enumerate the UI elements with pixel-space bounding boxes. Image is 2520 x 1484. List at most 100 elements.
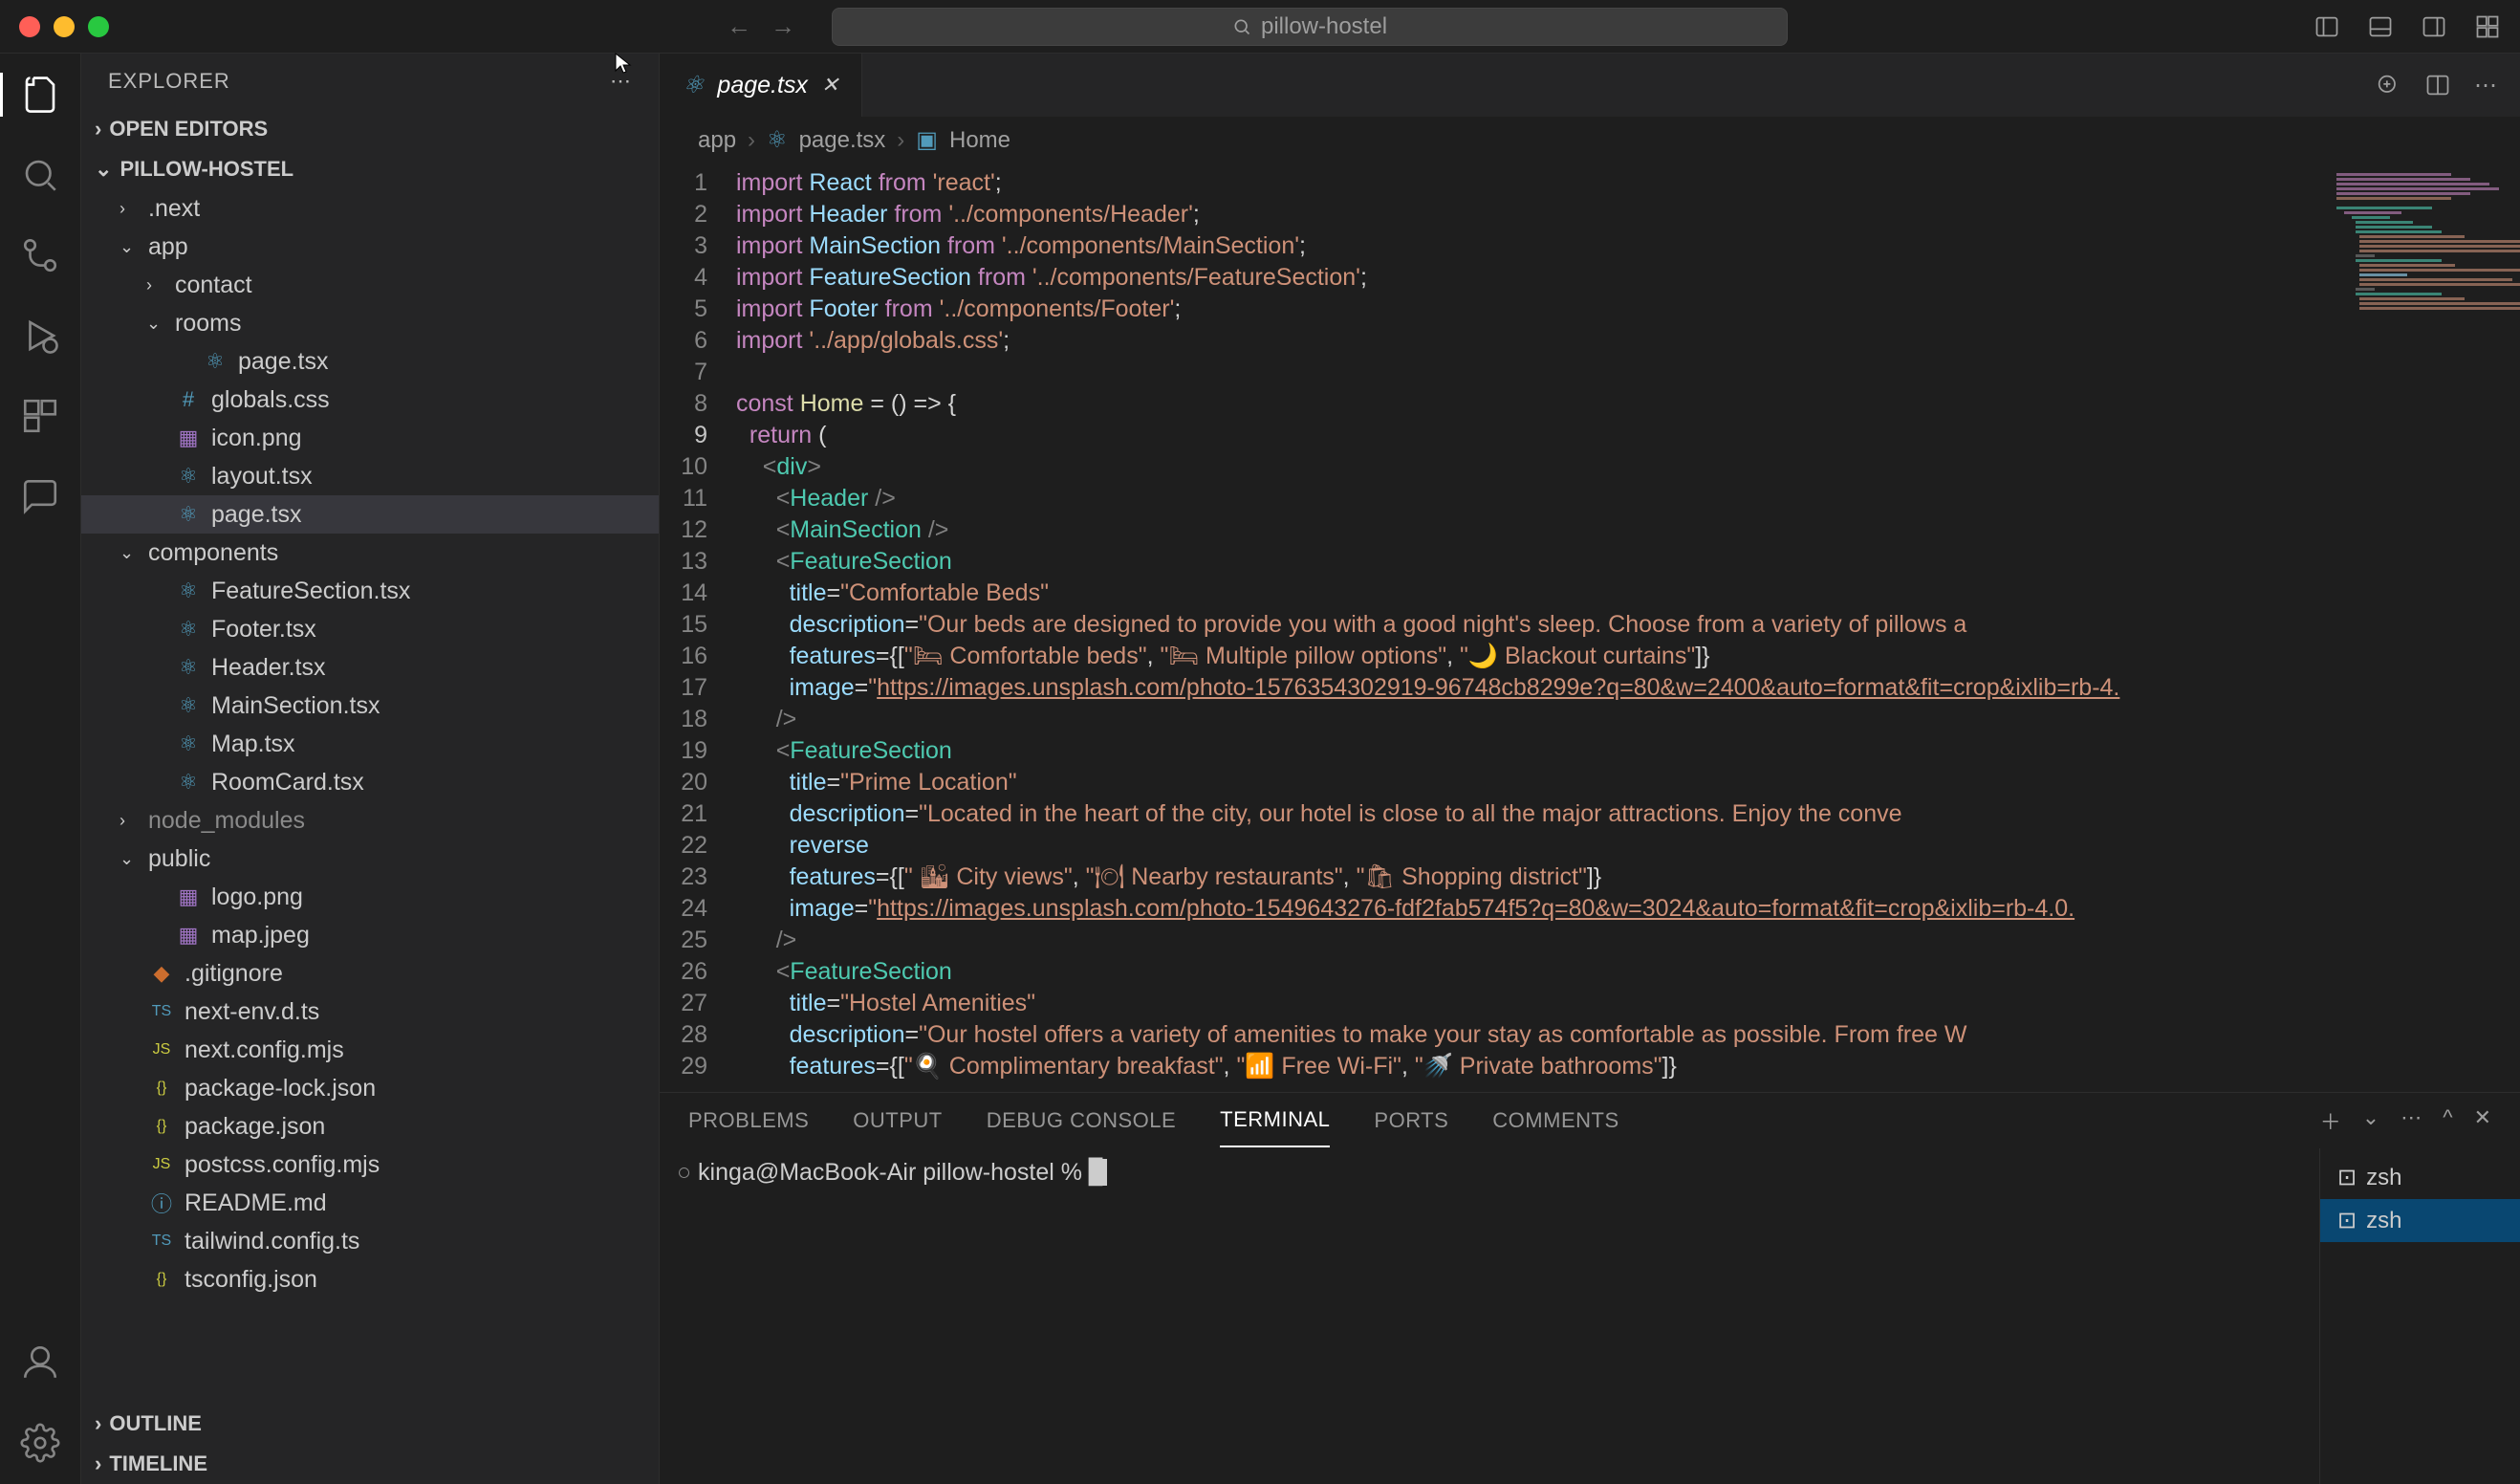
tree-item-label: contact xyxy=(175,272,252,299)
accounts-icon[interactable] xyxy=(18,1341,62,1385)
terminal-profiles-icon[interactable]: ⌄ xyxy=(2362,1105,2379,1136)
tree-item-label: logo.png xyxy=(211,884,303,911)
folder-item[interactable]: ⌄public xyxy=(81,840,659,878)
tree-item-label: Header.tsx xyxy=(211,654,326,682)
explorer-tab[interactable] xyxy=(18,73,62,117)
tree-item-label: README.md xyxy=(185,1189,327,1217)
breadcrumb-segment[interactable]: app xyxy=(698,127,736,154)
file-item[interactable]: {}package-lock.json xyxy=(81,1069,659,1107)
folder-item[interactable]: ⌄app xyxy=(81,228,659,266)
file-item[interactable]: TStailwind.config.ts xyxy=(81,1222,659,1260)
file-icon: JS xyxy=(148,1041,175,1058)
folder-item[interactable]: ›.next xyxy=(81,189,659,228)
command-center-search[interactable]: pillow-hostel xyxy=(832,8,1788,46)
file-item[interactable]: ▦map.jpeg xyxy=(81,916,659,954)
nav-forward-button[interactable]: → xyxy=(771,11,795,41)
file-item[interactable]: ⚛ layout.tsx xyxy=(81,457,659,495)
tree-item-label: page.tsx xyxy=(238,348,329,376)
file-icon: ⚛ xyxy=(175,731,202,756)
timeline-section[interactable]: ›TIMELINE xyxy=(81,1444,659,1484)
file-item[interactable]: ⚛Footer.tsx xyxy=(81,610,659,648)
close-window-button[interactable] xyxy=(19,16,40,37)
panel-tab-ports[interactable]: PORTS xyxy=(1374,1095,1448,1146)
maximize-window-button[interactable] xyxy=(88,16,109,37)
project-section[interactable]: ⌄PILLOW-HOSTEL xyxy=(81,149,659,189)
search-text: pillow-hostel xyxy=(1261,13,1387,40)
code-editor[interactable]: 1234567891011121314151617181920212223242… xyxy=(660,164,2520,1092)
panel-more-icon[interactable]: ⋯ xyxy=(2401,1105,2422,1136)
editor-area: ⚛ page.tsx ✕ ⋯ app › ⚛ page.tsx › ▣ Home… xyxy=(660,54,2520,1484)
customize-layout-icon[interactable] xyxy=(2474,13,2501,40)
file-icon: ⚛ xyxy=(175,502,202,527)
file-item[interactable]: ▦ logo.png xyxy=(81,878,659,916)
code-content[interactable]: import React from 'react';import Header … xyxy=(736,164,2520,1092)
toggle-primary-sidebar-icon[interactable] xyxy=(2314,13,2340,40)
file-item[interactable]: ⓘREADME.md xyxy=(81,1184,659,1222)
file-icon: ⚛ xyxy=(175,655,202,680)
new-terminal-icon[interactable]: ＋ xyxy=(2320,1105,2341,1136)
file-item[interactable]: TSnext-env.d.ts xyxy=(81,993,659,1031)
editor-tabs: ⚛ page.tsx ✕ ⋯ xyxy=(660,54,2520,117)
close-panel-icon[interactable]: ✕ xyxy=(2474,1105,2491,1136)
chat-tab[interactable] xyxy=(18,474,62,518)
file-icon: ◆ xyxy=(148,961,175,986)
file-icon: ▦ xyxy=(175,884,202,909)
line-numbers-gutter: 1234567891011121314151617181920212223242… xyxy=(660,164,736,1092)
file-item[interactable]: ⚛RoomCard.tsx xyxy=(81,763,659,801)
tree-item-label: public xyxy=(148,845,210,873)
tab-close-icon[interactable]: ✕ xyxy=(821,73,838,98)
toggle-secondary-sidebar-icon[interactable] xyxy=(2421,13,2447,40)
file-item[interactable]: JSnext.config.mjs xyxy=(81,1031,659,1069)
file-item[interactable]: ⚛Map.tsx xyxy=(81,725,659,763)
file-icon: ⚛ xyxy=(175,464,202,489)
breadcrumb-segment[interactable]: page.tsx xyxy=(799,127,886,154)
file-item[interactable]: ⚛FeatureSection.tsx xyxy=(81,572,659,610)
toggle-panel-icon[interactable] xyxy=(2367,13,2394,40)
minimap[interactable] xyxy=(2329,164,2520,1092)
minimize-window-button[interactable] xyxy=(54,16,75,37)
file-item[interactable]: ▦icon.png xyxy=(81,419,659,457)
split-editor-icon[interactable] xyxy=(2424,72,2451,98)
maximize-panel-icon[interactable]: ^ xyxy=(2443,1105,2452,1136)
file-icon: ⚛ xyxy=(175,578,202,603)
file-item[interactable]: #globals.css xyxy=(81,381,659,419)
folder-item[interactable]: ›contact xyxy=(81,266,659,304)
search-tab[interactable] xyxy=(18,153,62,197)
terminal-list-item[interactable]: ⊡zsh xyxy=(2320,1199,2520,1242)
file-item[interactable]: ◆.gitignore xyxy=(81,954,659,993)
file-item[interactable]: {}tsconfig.json xyxy=(81,1260,659,1298)
nav-back-button[interactable]: ← xyxy=(727,11,751,41)
tab-page-tsx[interactable]: ⚛ page.tsx ✕ xyxy=(660,54,862,117)
panel-tab-problems[interactable]: PROBLEMS xyxy=(688,1095,809,1146)
folder-item[interactable]: ⌄components xyxy=(81,534,659,572)
breadcrumb[interactable]: app › ⚛ page.tsx › ▣ Home xyxy=(660,117,2520,164)
settings-gear-icon[interactable] xyxy=(18,1421,62,1465)
file-item[interactable]: JSpostcss.config.mjs xyxy=(81,1146,659,1184)
source-control-tab[interactable] xyxy=(18,233,62,277)
file-item[interactable]: ⚛ Header.tsx xyxy=(81,648,659,687)
file-item[interactable]: ⚛MainSection.tsx xyxy=(81,687,659,725)
panel-tab-debug-console[interactable]: DEBUG CONSOLE xyxy=(987,1095,1176,1146)
tree-item-label: MainSection.tsx xyxy=(211,692,380,720)
extensions-tab[interactable] xyxy=(18,394,62,438)
panel-tab-terminal[interactable]: TERMINAL xyxy=(1220,1094,1330,1147)
compare-changes-icon[interactable] xyxy=(2375,72,2401,98)
file-item[interactable]: ⚛page.tsx xyxy=(81,342,659,381)
file-item[interactable]: ⚛page.tsx xyxy=(81,495,659,534)
open-editors-section[interactable]: ›OPEN EDITORS xyxy=(81,109,659,149)
run-debug-tab[interactable] xyxy=(18,314,62,358)
file-item[interactable]: {}package.json xyxy=(81,1107,659,1146)
folder-item[interactable]: ⌄rooms xyxy=(81,304,659,342)
editor-more-icon[interactable]: ⋯ xyxy=(2474,72,2497,99)
terminal-list-item[interactable]: ⊡zsh xyxy=(2320,1156,2520,1199)
panel-tab-comments[interactable]: COMMENTS xyxy=(1492,1095,1618,1146)
outline-section[interactable]: ›OUTLINE xyxy=(81,1404,659,1444)
folder-item[interactable]: ›node_modules xyxy=(81,801,659,840)
file-icon: JS xyxy=(148,1156,175,1173)
tree-item-label: layout.tsx xyxy=(211,463,313,491)
file-icon: {} xyxy=(148,1080,175,1097)
terminal[interactable]: ○ kinga@MacBook-Air pillow-hostel % ▊ xyxy=(660,1148,2319,1484)
breadcrumb-segment[interactable]: Home xyxy=(949,127,1010,154)
panel-tab-output[interactable]: OUTPUT xyxy=(853,1095,942,1146)
explorer-more-icon[interactable]: ⋯ xyxy=(610,69,632,94)
